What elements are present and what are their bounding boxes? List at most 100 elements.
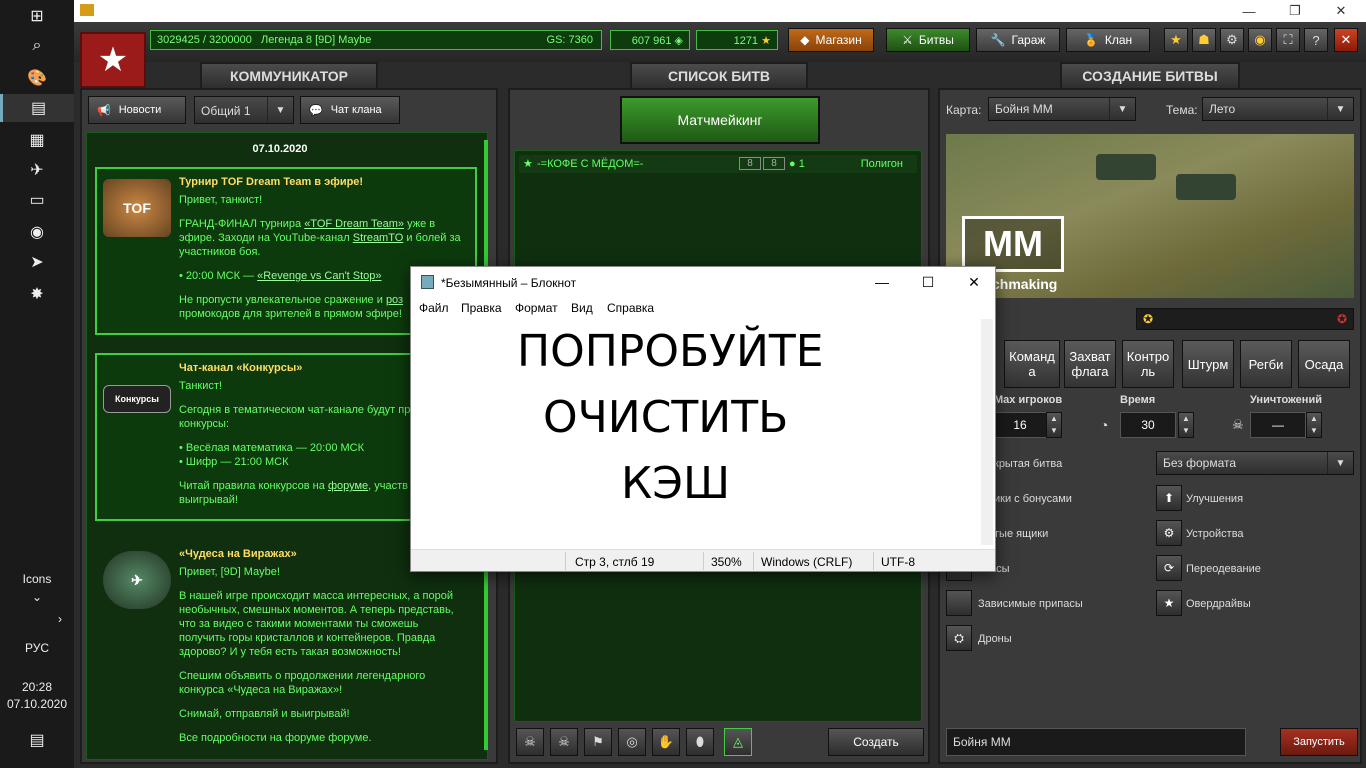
clan-chat-button[interactable]: 💬 Чат клана <box>300 96 400 124</box>
theme-select[interactable]: Лето ▼ <box>1202 97 1354 121</box>
minimize-icon[interactable]: — <box>859 267 905 297</box>
deathmatch-filter-icon[interactable]: ☠ <box>516 728 544 756</box>
control-points-filter-icon[interactable]: ◎ <box>618 728 646 756</box>
reskin-icon[interactable]: ⟳ <box>1156 555 1182 581</box>
chevron-down-icon: ▼ <box>1109 98 1135 120</box>
settings-gear-icon[interactable]: ⚙ <box>1220 28 1244 52</box>
promo-link[interactable]: роз <box>386 294 403 306</box>
tournament-link[interactable]: «TOF Dream Team» <box>304 218 404 230</box>
rank-max-star-icon[interactable]: ✪ <box>1337 312 1347 326</box>
battle-row[interactable]: ★ -=КОФЕ С МЁДОМ=- 8 8 ● 1 Полигон <box>519 155 917 173</box>
rugby-filter-icon[interactable]: ⬮ <box>686 728 714 756</box>
app-icon[interactable]: ▦ <box>22 126 52 154</box>
dependent-supplies-checkbox[interactable] <box>946 590 972 616</box>
restore-icon[interactable]: ❐ <box>1272 0 1318 22</box>
ctf-filter-icon[interactable]: ⚑ <box>584 728 612 756</box>
telegram-desktop-icon[interactable]: ✈ <box>22 156 52 184</box>
mode-rugby-button[interactable]: Регби <box>1240 340 1292 388</box>
help-icon[interactable]: ? <box>1304 28 1328 52</box>
max-players-spinner[interactable]: ▲ ▼ <box>1046 412 1062 438</box>
mode-team-button[interactable]: Команд а <box>1004 340 1060 388</box>
edge-browser-icon[interactable]: ◉ <box>22 218 52 246</box>
telegram-icon[interactable]: ➤ <box>22 248 52 276</box>
garage-button[interactable]: 🔧 Гараж <box>976 28 1060 52</box>
crystals-counter[interactable]: 607 961 ◈ <box>610 30 690 50</box>
kills-spinner[interactable]: ▲ ▼ <box>1306 412 1322 438</box>
rank-progress-bar: 3029425 / 3200000 Легенда 8 [9D] Maybe G… <box>150 30 602 50</box>
maximize-icon[interactable]: ☐ <box>905 267 951 297</box>
tanki-game-icon[interactable]: ✸ <box>22 280 52 308</box>
paint-icon[interactable]: 🎨 <box>22 64 52 92</box>
menu-view[interactable]: Вид <box>571 301 593 315</box>
mode-siege-button[interactable]: Осада <box>1298 340 1350 388</box>
youtube-channel-link[interactable]: StreamTO <box>353 232 404 244</box>
status-line-ending: Windows (CRLF) <box>761 555 853 569</box>
sound-icon[interactable]: ◉ <box>1248 28 1272 52</box>
battles-button[interactable]: ⚔ Битвы <box>886 28 970 52</box>
menu-help[interactable]: Справка <box>607 301 654 315</box>
time-spinner[interactable]: ▲ ▼ <box>1178 412 1194 438</box>
minimize-icon[interactable]: — <box>1226 0 1272 22</box>
gear-score: GS: 7360 <box>546 34 593 46</box>
time-input[interactable]: 30 <box>1120 412 1176 438</box>
notifications-icon[interactable]: ▤ <box>0 730 74 750</box>
medal-icon: 🏅 <box>1083 33 1099 47</box>
battle-name-input[interactable]: Бойня ММ <box>946 728 1246 756</box>
exit-game-icon[interactable]: ✕ <box>1334 28 1358 52</box>
clan-button[interactable]: 🏅 Клан <box>1066 28 1150 52</box>
rank-min-star-icon[interactable]: ✪ <box>1143 312 1153 326</box>
tab-communicator[interactable]: КОММУНИКАТОР <box>200 62 378 88</box>
max-players-input[interactable]: 16 <box>992 412 1048 438</box>
shop-button[interactable]: ◆ Магазин <box>788 28 874 52</box>
drones-icon[interactable]: ⛭ <box>946 625 972 651</box>
chevron-right-icon[interactable]: › <box>0 612 74 626</box>
rank-range-slider[interactable]: ✪ ✪ <box>1136 308 1354 330</box>
game-logo-star-icon[interactable]: ★ <box>80 32 146 88</box>
mode-ctf-button[interactable]: Захват флага <box>1064 340 1116 388</box>
launch-button[interactable]: Запустить <box>1280 728 1358 756</box>
app-logo-icon <box>80 4 94 16</box>
chevron-down-icon[interactable]: ⌄ <box>0 590 74 604</box>
tab-battle-create[interactable]: СОЗДАНИЕ БИТВЫ <box>1060 62 1240 88</box>
windows-start-icon[interactable]: ⊞ <box>22 2 52 30</box>
map-select[interactable]: Бойня ММ ▼ <box>988 97 1136 121</box>
create-battle-button[interactable]: Создать <box>828 728 924 756</box>
matchmaking-caption: chmaking <box>992 276 1058 292</box>
forum-link[interactable]: форуме <box>328 480 368 492</box>
chat-bubble-icon: 💬 <box>309 104 323 117</box>
team-deathmatch-filter-icon[interactable]: ☠ <box>550 728 578 756</box>
clock-time[interactable]: 20:28 <box>0 680 74 694</box>
match-link[interactable]: «Revenge vs Can't Stop» <box>257 270 381 282</box>
tab-battle-list[interactable]: СПИСОК БИТВ <box>630 62 808 88</box>
clock-date[interactable]: 07.10.2020 <box>0 697 74 711</box>
close-window-icon[interactable]: ✕ <box>1318 0 1364 22</box>
overdrives-icon[interactable]: ★ <box>1156 590 1182 616</box>
input-language[interactable]: РУС <box>0 641 74 655</box>
notepad-taskbar-icon[interactable]: ▤ <box>0 94 74 122</box>
upgrades-icon[interactable]: ⬆ <box>1156 485 1182 511</box>
menu-edit[interactable]: Правка <box>461 301 502 315</box>
friends-icon[interactable]: ☗ <box>1192 28 1216 52</box>
assault-filter-icon[interactable]: ✋ <box>652 728 680 756</box>
icons-label[interactable]: Icons <box>0 572 74 586</box>
news-button[interactable]: 📢 Новости <box>88 96 186 124</box>
matchmaking-button[interactable]: Матчмейкинг <box>620 96 820 144</box>
menu-file[interactable]: Файл <box>419 301 449 315</box>
window-titlebar: — ❐ ✕ <box>74 0 1366 22</box>
folder-icon[interactable]: ▭ <box>22 186 52 214</box>
stars-counter[interactable]: 1271 ★ <box>696 30 778 50</box>
search-icon[interactable]: ⌕ <box>22 32 52 60</box>
menu-format[interactable]: Формат <box>515 301 558 315</box>
close-icon[interactable]: ✕ <box>951 267 997 297</box>
mode-assault-button[interactable]: Штурм <box>1182 340 1234 388</box>
devices-icon[interactable]: ⚙ <box>1156 520 1182 546</box>
notepad-text-area[interactable]: ПОПРОБУЙТЕ ОЧИСТИТЬ КЭШ <box>413 319 981 545</box>
channel-select[interactable]: Общий 1 ▼ <box>194 96 294 124</box>
notepad-scrollbar[interactable] <box>981 319 993 545</box>
fullscreen-icon[interactable]: ⛶ <box>1276 28 1300 52</box>
format-select[interactable]: Без формата ▼ <box>1156 451 1354 475</box>
kills-input[interactable]: — <box>1250 412 1306 438</box>
achievements-icon[interactable]: ★ <box>1164 28 1188 52</box>
mode-control-button[interactable]: Контро ль <box>1122 340 1174 388</box>
siege-filter-icon[interactable]: ◬ <box>724 728 752 756</box>
